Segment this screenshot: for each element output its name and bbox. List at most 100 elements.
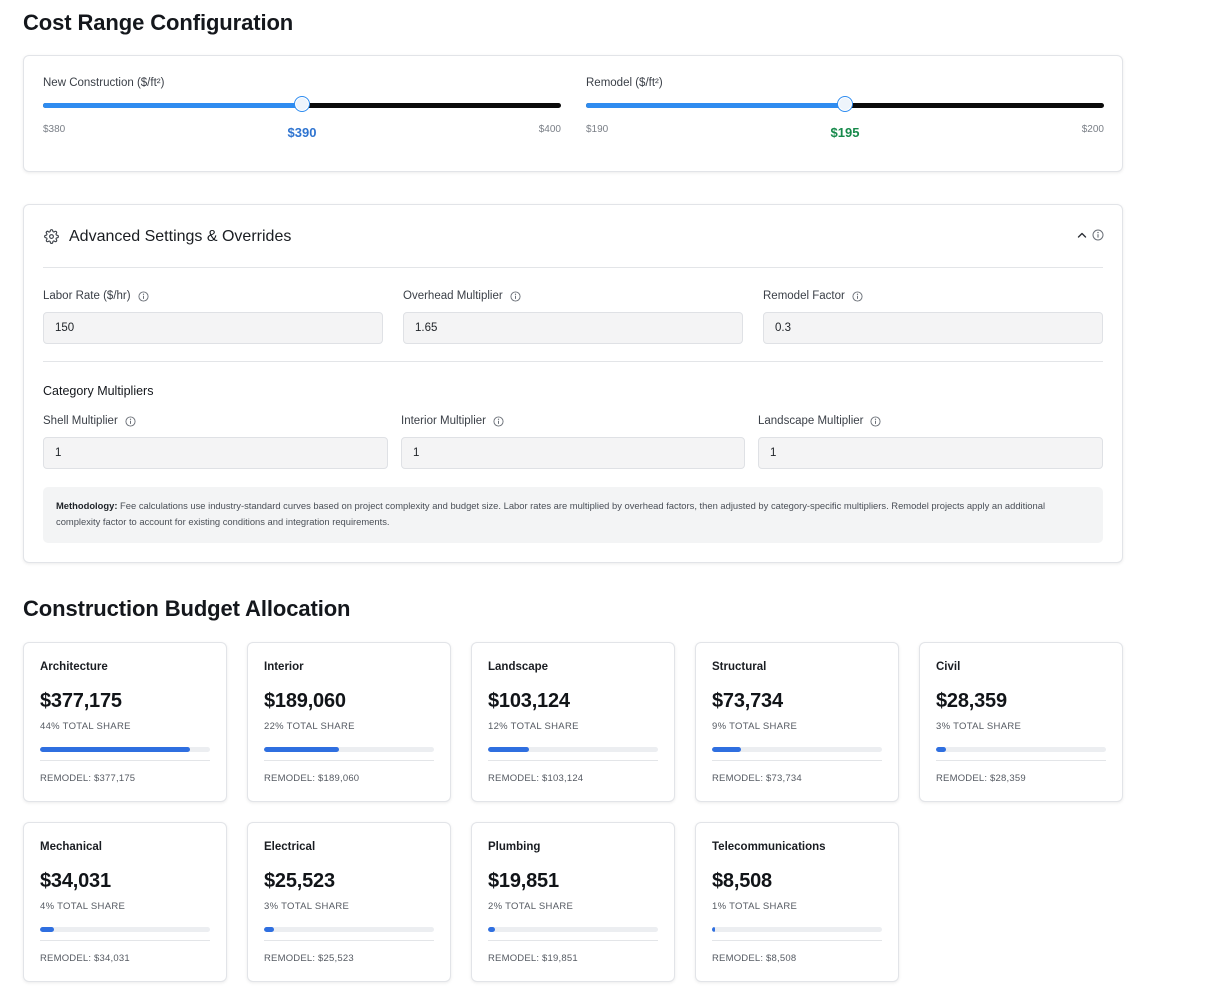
labor-rate-input[interactable]: 150 <box>43 312 383 344</box>
budget-card-share: 3% TOTAL SHARE <box>264 901 350 912</box>
info-icon[interactable] <box>493 415 504 427</box>
budget-share-bar-fill <box>712 747 741 752</box>
info-icon[interactable] <box>852 290 863 302</box>
budget-card-name: Civil <box>936 661 961 673</box>
budget-share-bar <box>264 927 434 932</box>
info-icon[interactable] <box>1092 229 1104 241</box>
budget-card-name: Architecture <box>40 661 108 673</box>
divider <box>43 267 1103 268</box>
field-label: Overhead Multiplier <box>403 289 743 303</box>
info-icon[interactable] <box>510 290 521 302</box>
overhead-multiplier-input[interactable]: 1.65 <box>403 312 743 344</box>
field-label-text: Labor Rate ($/hr) <box>43 290 131 302</box>
budget-card-remodel: REMODEL: $25,523 <box>264 953 354 964</box>
divider <box>488 940 658 941</box>
budget-card-remodel: REMODEL: $28,359 <box>936 773 1026 784</box>
budget-share-bar <box>488 927 658 932</box>
field-label-text: Shell Multiplier <box>43 415 118 427</box>
divider <box>712 760 882 761</box>
budget-card-amount: $103,124 <box>488 690 570 712</box>
gear-icon <box>44 229 59 244</box>
field-label-text: Overhead Multiplier <box>403 290 503 302</box>
budget-share-bar-fill <box>488 747 529 752</box>
chevron-up-icon[interactable] <box>1076 229 1088 241</box>
budget-share-bar-fill <box>40 927 54 932</box>
budget-share-bar-fill <box>936 747 947 752</box>
labor-rate-field: Labor Rate ($/hr) 150 <box>43 289 383 344</box>
field-label-text: Remodel Factor <box>763 290 845 302</box>
budget-card-structural: Structural $73,734 9% TOTAL SHARE REMODEL: … <box>695 642 899 802</box>
budget-card-amount: $8,508 <box>712 870 772 892</box>
budget-share-bar <box>936 747 1106 752</box>
budget-card-remodel: REMODEL: $34,031 <box>40 953 130 964</box>
budget-card-amount: $73,734 <box>712 690 783 712</box>
budget-card-remodel: REMODEL: $73,734 <box>712 773 802 784</box>
budget-card-electrical: Electrical $25,523 3% TOTAL SHARE REMODEL: … <box>247 822 451 982</box>
slider-label: New Construction ($/ft²) <box>43 77 165 89</box>
field-label: Landscape Multiplier <box>758 414 1103 428</box>
slider-max-label: $200 <box>1081 124 1104 135</box>
budget-share-bar-fill <box>264 747 339 752</box>
slider-fill <box>43 103 302 108</box>
divider <box>712 940 882 941</box>
field-label: Labor Rate ($/hr) <box>43 289 383 303</box>
shell-multiplier-input[interactable]: 1 <box>43 437 388 469</box>
budget-card-telecommunications: Telecommunications $8,508 1% TOTAL SHARE RE… <box>695 822 899 982</box>
budget-card-share: 22% TOTAL SHARE <box>264 721 355 732</box>
budget-allocation-title: Construction Budget Allocation <box>23 596 351 621</box>
field-label: Remodel Factor <box>763 289 1103 303</box>
divider <box>40 760 210 761</box>
overhead-multiplier-field: Overhead Multiplier 1.65 <box>403 289 743 344</box>
slider-min-label: $190 <box>586 124 609 135</box>
slider-min-label: $380 <box>43 124 66 135</box>
slider-max-label: $400 <box>538 124 561 135</box>
budget-share-bar <box>712 747 882 752</box>
budget-card-mechanical: Mechanical $34,031 4% TOTAL SHARE REMODEL: … <box>23 822 227 982</box>
budget-share-bar <box>40 747 210 752</box>
budget-share-bar <box>488 747 658 752</box>
category-multipliers-title: Category Multipliers <box>43 384 154 398</box>
remodel-factor-field: Remodel Factor 0.3 <box>763 289 1103 344</box>
slider-fill <box>586 103 845 108</box>
info-icon[interactable] <box>870 415 882 427</box>
budget-card-remodel: REMODEL: $103,124 <box>488 773 584 784</box>
budget-card-remodel: REMODEL: $377,175 <box>40 773 136 784</box>
budget-card-plumbing: Plumbing $19,851 2% TOTAL SHARE REMODEL: $1… <box>471 822 675 982</box>
budget-card-remodel: REMODEL: $189,060 <box>264 773 360 784</box>
slider-thumb[interactable] <box>294 96 310 112</box>
advanced-settings-card: Advanced Settings & Overrides Labor Rate… <box>23 204 1123 563</box>
advanced-controls <box>1076 229 1104 241</box>
budget-card-amount: $189,060 <box>264 690 346 712</box>
methodology-note: Methodology: Fee calculations use indust… <box>43 487 1103 543</box>
divider <box>40 940 210 941</box>
field-label-text: Interior Multiplier <box>401 415 486 427</box>
methodology-text: Fee calculations use industry-standard c… <box>56 500 1046 527</box>
budget-card-share: 4% TOTAL SHARE <box>40 901 126 912</box>
budget-card-name: Structural <box>712 661 767 673</box>
divider <box>264 940 434 941</box>
budget-card-amount: $28,359 <box>936 690 1007 712</box>
slider-label: Remodel ($/ft²) <box>586 77 663 89</box>
info-icon[interactable] <box>125 415 136 427</box>
slider-value: $195 <box>830 125 860 140</box>
budget-card-name: Mechanical <box>40 841 102 853</box>
divider <box>264 760 434 761</box>
remodel-factor-input[interactable]: 0.3 <box>763 312 1103 344</box>
slider-thumb[interactable] <box>837 96 853 112</box>
budget-card-name: Electrical <box>264 841 316 853</box>
divider <box>488 760 658 761</box>
budget-share-bar <box>40 927 210 932</box>
budget-share-bar <box>264 747 434 752</box>
info-icon[interactable] <box>138 290 149 302</box>
budget-card-amount: $25,523 <box>264 870 335 892</box>
shell-multiplier-field: Shell Multiplier 1 <box>43 414 388 469</box>
budget-card-name: Plumbing <box>488 841 541 853</box>
field-label: Shell Multiplier <box>43 414 388 428</box>
budget-card-amount: $34,031 <box>40 870 111 892</box>
divider <box>43 361 1103 362</box>
landscape-multiplier-input[interactable]: 1 <box>758 437 1103 469</box>
budget-card-name: Interior <box>264 661 304 673</box>
budget-card-share: 44% TOTAL SHARE <box>40 721 131 732</box>
budget-card-interior: Interior $189,060 22% TOTAL SHARE REMODEL: … <box>247 642 451 802</box>
interior-multiplier-input[interactable]: 1 <box>401 437 745 469</box>
